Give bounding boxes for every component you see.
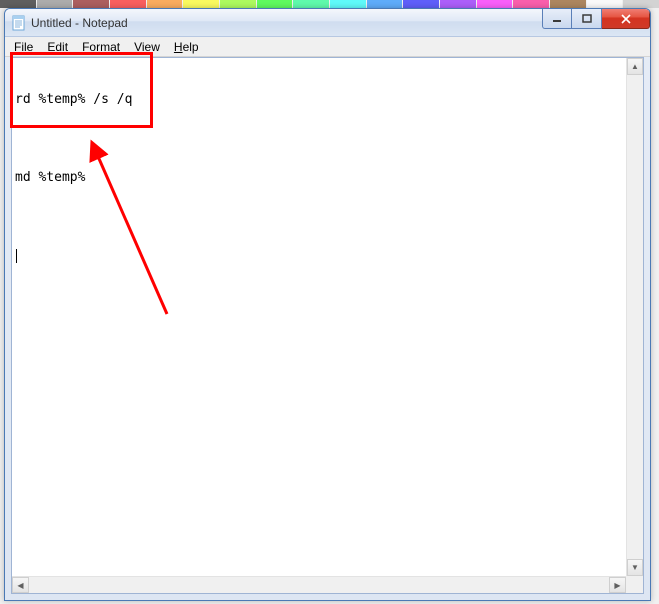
horizontal-scrollbar[interactable]: ◀ ▶ — [12, 576, 626, 593]
scrollbar-corner — [626, 576, 643, 593]
menu-view[interactable]: View — [127, 38, 167, 56]
window-title: Untitled - Notepad — [31, 16, 128, 30]
menu-file[interactable]: File — [7, 38, 40, 56]
menubar: File Edit Format View Help — [5, 37, 650, 57]
chevron-up-icon: ▲ — [631, 62, 639, 71]
notepad-window: Untitled - Notepad File Edit Form — [4, 8, 651, 601]
editor-line: rd %temp% /s /q — [15, 91, 623, 109]
vertical-scrollbar[interactable]: ▲ ▼ — [626, 58, 643, 576]
minimize-button[interactable] — [542, 9, 572, 29]
chevron-left-icon: ◀ — [17, 581, 23, 590]
maximize-icon — [582, 14, 592, 24]
chevron-down-icon: ▼ — [631, 563, 639, 572]
editor-container: rd %temp% /s /q md %temp% ▲ ▼ ◀ ▶ — [11, 57, 644, 594]
scroll-left-button[interactable]: ◀ — [12, 577, 29, 593]
window-controls — [542, 9, 650, 29]
close-button[interactable] — [602, 9, 650, 29]
scroll-down-button[interactable]: ▼ — [627, 559, 643, 576]
menu-help[interactable]: Help — [167, 38, 206, 56]
chevron-right-icon: ▶ — [614, 581, 620, 590]
menu-edit[interactable]: Edit — [40, 38, 75, 56]
text-editor[interactable]: rd %temp% /s /q md %temp% — [13, 59, 625, 575]
maximize-button[interactable] — [572, 9, 602, 29]
scroll-up-button[interactable]: ▲ — [627, 58, 643, 75]
scroll-right-button[interactable]: ▶ — [609, 577, 626, 593]
notepad-icon — [11, 15, 27, 31]
minimize-icon — [552, 14, 562, 24]
text-caret — [16, 249, 17, 263]
menu-format[interactable]: Format — [75, 38, 127, 56]
background-palette — [0, 0, 659, 8]
close-icon — [620, 14, 632, 24]
editor-line: md %temp% — [15, 169, 623, 187]
titlebar[interactable]: Untitled - Notepad — [5, 9, 650, 37]
editor-line — [15, 247, 623, 265]
